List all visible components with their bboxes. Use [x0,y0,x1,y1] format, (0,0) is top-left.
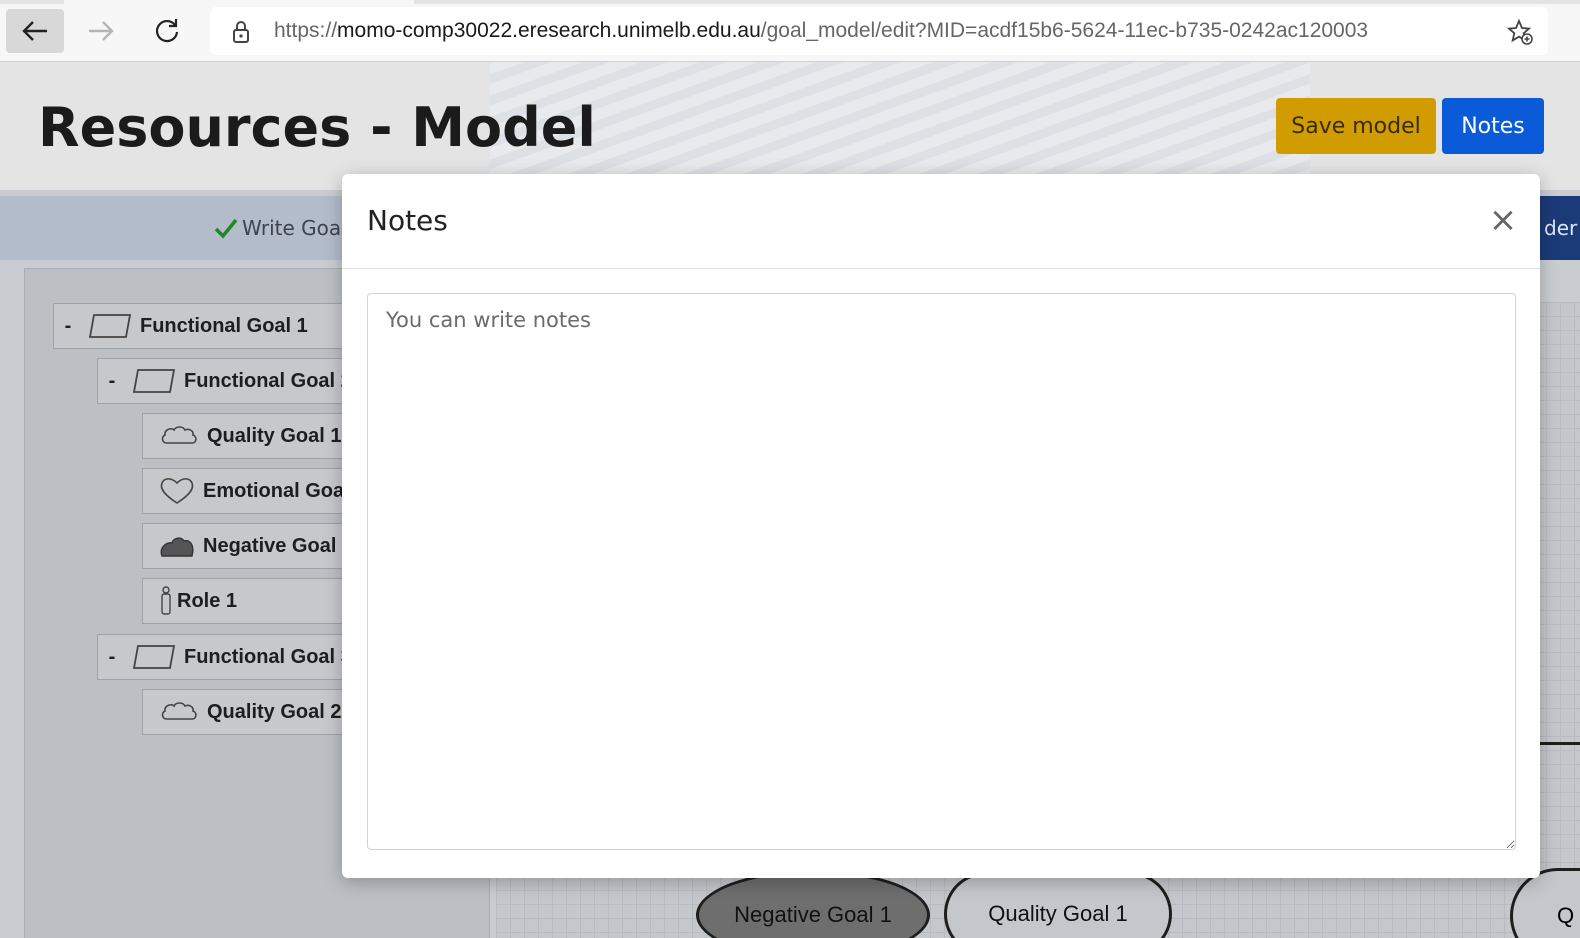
lock-icon[interactable] [232,20,250,48]
url-scheme: https:// [274,19,338,42]
url-text[interactable]: https://momo-comp30022.eresearch.unimelb… [274,19,1368,43]
active-tab[interactable] [64,0,414,4]
arrow-left-icon [22,21,47,41]
modal-header: Notes × [342,174,1540,269]
notes-modal: Notes × [342,174,1540,878]
url-path: /goal_model/edit?MID=acdf15b6-5624-11ec-… [760,19,1369,42]
back-button[interactable] [6,9,64,53]
url-host: momo-comp30022.eresearch.unimelb.edu.au [337,19,761,42]
star-add-icon[interactable] [1506,18,1534,50]
notes-textarea[interactable] [367,293,1516,850]
close-icon[interactable]: × [1486,200,1520,240]
address-bar[interactable]: https://momo-comp30022.eresearch.unimelb… [210,7,1548,55]
forward-button[interactable] [72,9,130,53]
reload-button[interactable] [138,9,196,53]
browser-toolbar: https://momo-comp30022.eresearch.unimelb… [0,0,1580,62]
reload-icon [155,19,179,43]
modal-title: Notes [367,204,448,237]
arrow-right-icon [89,21,114,41]
tab-strip [0,0,1580,4]
